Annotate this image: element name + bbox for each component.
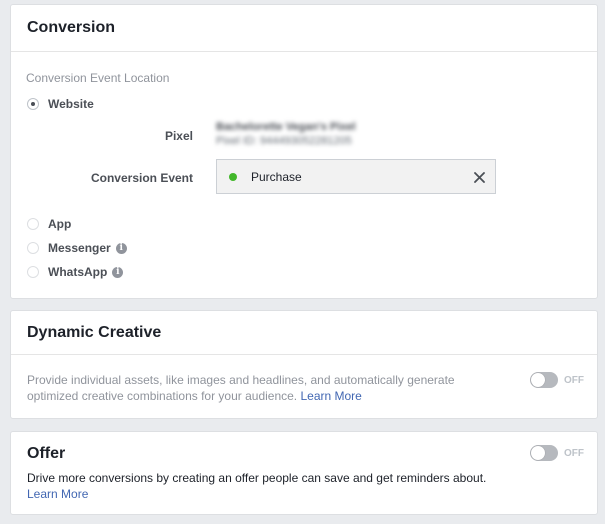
conversion-event-label: Conversion Event — [90, 171, 193, 185]
radio-label-website[interactable]: Website — [48, 97, 94, 111]
radio-button-website[interactable] — [27, 98, 39, 110]
divider — [11, 51, 597, 52]
offer-toggle[interactable]: OFF — [530, 445, 584, 461]
conversion-event-location-label: Conversion Event Location — [26, 71, 170, 85]
toggle-switch[interactable] — [530, 445, 558, 461]
offer-title: Offer — [27, 445, 66, 462]
toggle-state-label: OFF — [564, 447, 584, 459]
pixel-id: Pixel ID: 944493052281205 — [216, 135, 352, 147]
conversion-event-selector[interactable]: Purchase — [216, 159, 496, 194]
info-icon[interactable]: i — [115, 242, 127, 254]
divider — [11, 354, 597, 355]
dynamic-creative-toggle[interactable]: OFF — [530, 372, 584, 388]
pixel-label: Pixel — [164, 129, 193, 143]
radio-whatsapp[interactable]: WhatsApp i — [27, 265, 124, 279]
pixel-name: Bachelorette Vegan's Pixel — [216, 121, 356, 133]
offer-text: Drive more conversions by creating an of… — [27, 471, 487, 485]
conversion-card: Conversion Conversion Event Location Web… — [10, 4, 598, 299]
radio-label-app[interactable]: App — [48, 217, 71, 231]
close-icon[interactable] — [469, 166, 489, 188]
conversion-title: Conversion — [27, 19, 116, 36]
radio-app[interactable]: App — [27, 217, 71, 231]
radio-button-whatsapp[interactable] — [27, 266, 39, 278]
radio-button-messenger[interactable] — [27, 242, 39, 254]
dynamic-creative-learn-more-link[interactable]: Learn More — [300, 389, 361, 403]
pixel-value-blurred: Bachelorette Vegan's Pixel Pixel ID: 944… — [216, 120, 376, 152]
status-dot-icon — [229, 172, 237, 181]
radio-messenger[interactable]: Messenger i — [27, 241, 127, 255]
dynamic-creative-card: Dynamic Creative Provide individual asse… — [10, 310, 598, 419]
dynamic-creative-text: Provide individual assets, like images a… — [27, 373, 455, 403]
offer-card: Offer OFF Drive more conversions by crea… — [10, 431, 598, 515]
radio-label-messenger[interactable]: Messenger — [48, 241, 111, 255]
offer-description: Drive more conversions by creating an of… — [27, 470, 567, 502]
dynamic-creative-description: Provide individual assets, like images a… — [27, 372, 497, 404]
offer-learn-more-link[interactable]: Learn More — [27, 487, 88, 501]
toggle-switch[interactable] — [530, 372, 558, 388]
radio-label-whatsapp[interactable]: WhatsApp — [48, 265, 107, 279]
radio-button-app[interactable] — [27, 218, 39, 230]
radio-website[interactable]: Website — [27, 97, 94, 111]
conversion-event-value: Purchase — [251, 169, 302, 184]
dynamic-creative-title: Dynamic Creative — [27, 324, 162, 341]
toggle-state-label: OFF — [564, 374, 584, 386]
info-icon[interactable]: i — [112, 266, 124, 278]
